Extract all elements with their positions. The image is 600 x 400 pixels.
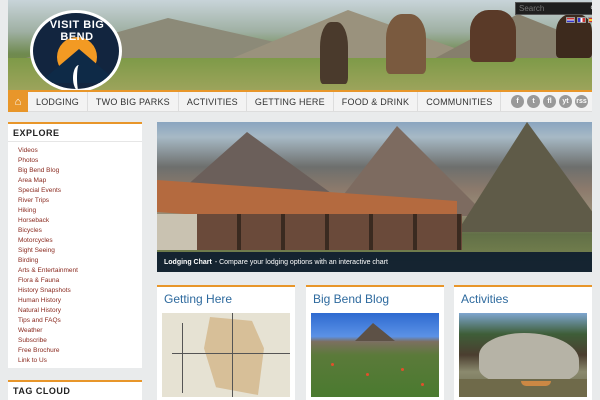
feature-caption[interactable]: Lodging Chart - Compare your lodging opt… <box>157 252 592 272</box>
sidebar-link[interactable]: Area Map <box>18 176 142 186</box>
sidebar-link[interactable]: Big Bend Blog <box>18 166 142 176</box>
feature-caption-title[interactable]: Lodging Chart <box>164 259 212 266</box>
flag-icon[interactable] <box>566 17 575 23</box>
card-title[interactable]: Big Bend Blog <box>306 287 444 310</box>
blog-flower <box>421 383 424 386</box>
sidebar-title: EXPLORE <box>8 124 142 142</box>
card-big-bend-blog[interactable]: Big Bend Blog <box>306 285 444 400</box>
card-title[interactable]: Activities <box>454 287 592 310</box>
blog-flower <box>366 373 369 376</box>
feature-mountain <box>457 122 592 232</box>
nav-item-lodging[interactable]: LODGING <box>28 91 88 112</box>
sidebar-link[interactable]: Free Brochure <box>18 346 142 356</box>
nav-item-two-big-parks[interactable]: TWO BIG PARKS <box>88 91 179 112</box>
map-thumbnail[interactable] <box>162 313 290 397</box>
sidebar-link[interactable]: Tips and FAQs <box>18 316 142 326</box>
logo-road <box>73 65 85 89</box>
site-logo[interactable]: VISIT BIG BEND <box>30 10 122 90</box>
map-road <box>172 353 290 354</box>
sidebar-link[interactable]: Link to Us <box>18 356 142 366</box>
home-icon[interactable]: ⌂ <box>8 91 28 112</box>
logo-text: VISIT BIG BEND <box>49 19 105 43</box>
explore-sidebar: EXPLORE Videos Photos Big Bend Blog Area… <box>8 122 142 368</box>
search-icon[interactable]: ⚲ <box>587 4 592 13</box>
activities-thumbnail[interactable] <box>459 313 587 397</box>
sidebar-link[interactable]: Flora & Fauna <box>18 276 142 286</box>
nav-item-getting-here[interactable]: GETTING HERE <box>247 91 334 112</box>
tag-cloud-widget: TAG CLOUD <box>8 380 142 400</box>
map-county-shape <box>204 317 264 395</box>
sidebar-link[interactable]: Horseback <box>18 216 142 226</box>
sidebar-link[interactable]: Hiking <box>18 206 142 216</box>
river-boat <box>521 381 551 386</box>
search-input[interactable] <box>516 4 587 13</box>
blog-thumbnail[interactable] <box>311 313 439 397</box>
card-activities[interactable]: Activities <box>454 285 592 400</box>
sidebar-link[interactable]: Human History <box>18 296 142 306</box>
banner-rider <box>320 22 348 84</box>
main-nav: ⌂ LODGING TWO BIG PARKS ACTIVITIES GETTI… <box>8 90 592 112</box>
card-getting-here[interactable]: Getting Here <box>157 285 295 400</box>
twitter-icon[interactable]: t <box>527 95 540 108</box>
featured-slide[interactable]: Lodging Chart - Compare your lodging opt… <box>157 122 592 272</box>
lodge-posts <box>197 214 462 250</box>
sidebar-link[interactable]: Subscribe <box>18 336 142 346</box>
sidebar-link[interactable]: Birding <box>18 256 142 266</box>
canyon-rock <box>479 333 579 383</box>
sidebar-link[interactable]: Photos <box>18 156 142 166</box>
nav-item-food-drink[interactable]: FOOD & DRINK <box>334 91 419 112</box>
sidebar-link[interactable]: Bicycles <box>18 226 142 236</box>
banner-rider <box>386 14 426 74</box>
map-road <box>232 313 233 397</box>
sidebar-link[interactable]: Motorcycles <box>18 236 142 246</box>
sidebar-link[interactable]: Special Events <box>18 186 142 196</box>
flag-icon[interactable] <box>577 17 586 23</box>
sidebar-link[interactable]: Videos <box>18 146 142 156</box>
header-banner: VISIT BIG BEND ⚲ <box>8 0 592 90</box>
feature-caption-text: - Compare your lodging options with an i… <box>214 258 388 266</box>
youtube-icon[interactable]: yt <box>559 95 572 108</box>
language-flags <box>566 17 592 23</box>
card-title[interactable]: Getting Here <box>157 287 295 310</box>
rss-icon[interactable]: rss <box>575 95 588 108</box>
blog-flower <box>401 368 404 371</box>
map-road <box>182 323 183 393</box>
blog-mesa <box>355 323 395 341</box>
tag-cloud-title: TAG CLOUD <box>13 386 71 396</box>
sidebar-link[interactable]: Sight Seeing <box>18 246 142 256</box>
sidebar-link[interactable]: Weather <box>18 326 142 336</box>
sidebar-link[interactable]: Arts & Entertainment <box>18 266 142 276</box>
sidebar-link[interactable]: Natural History <box>18 306 142 316</box>
sidebar-link[interactable]: River Trips <box>18 196 142 206</box>
nav-item-communities[interactable]: COMMUNITIES <box>418 91 502 112</box>
flag-icon[interactable] <box>588 17 592 23</box>
sidebar-link-list: Videos Photos Big Bend Blog Area Map Spe… <box>8 142 142 366</box>
banner-rider <box>470 10 516 62</box>
facebook-icon[interactable]: f <box>511 95 524 108</box>
blog-flower <box>331 363 334 366</box>
flickr-icon[interactable]: fl <box>543 95 556 108</box>
lodge-wall-end <box>157 214 197 250</box>
social-icons: f t fl yt rss <box>511 95 588 108</box>
sidebar-link[interactable]: History Snapshots <box>18 286 142 296</box>
nav-item-activities[interactable]: ACTIVITIES <box>179 91 247 112</box>
search-box[interactable]: ⚲ <box>515 2 592 15</box>
